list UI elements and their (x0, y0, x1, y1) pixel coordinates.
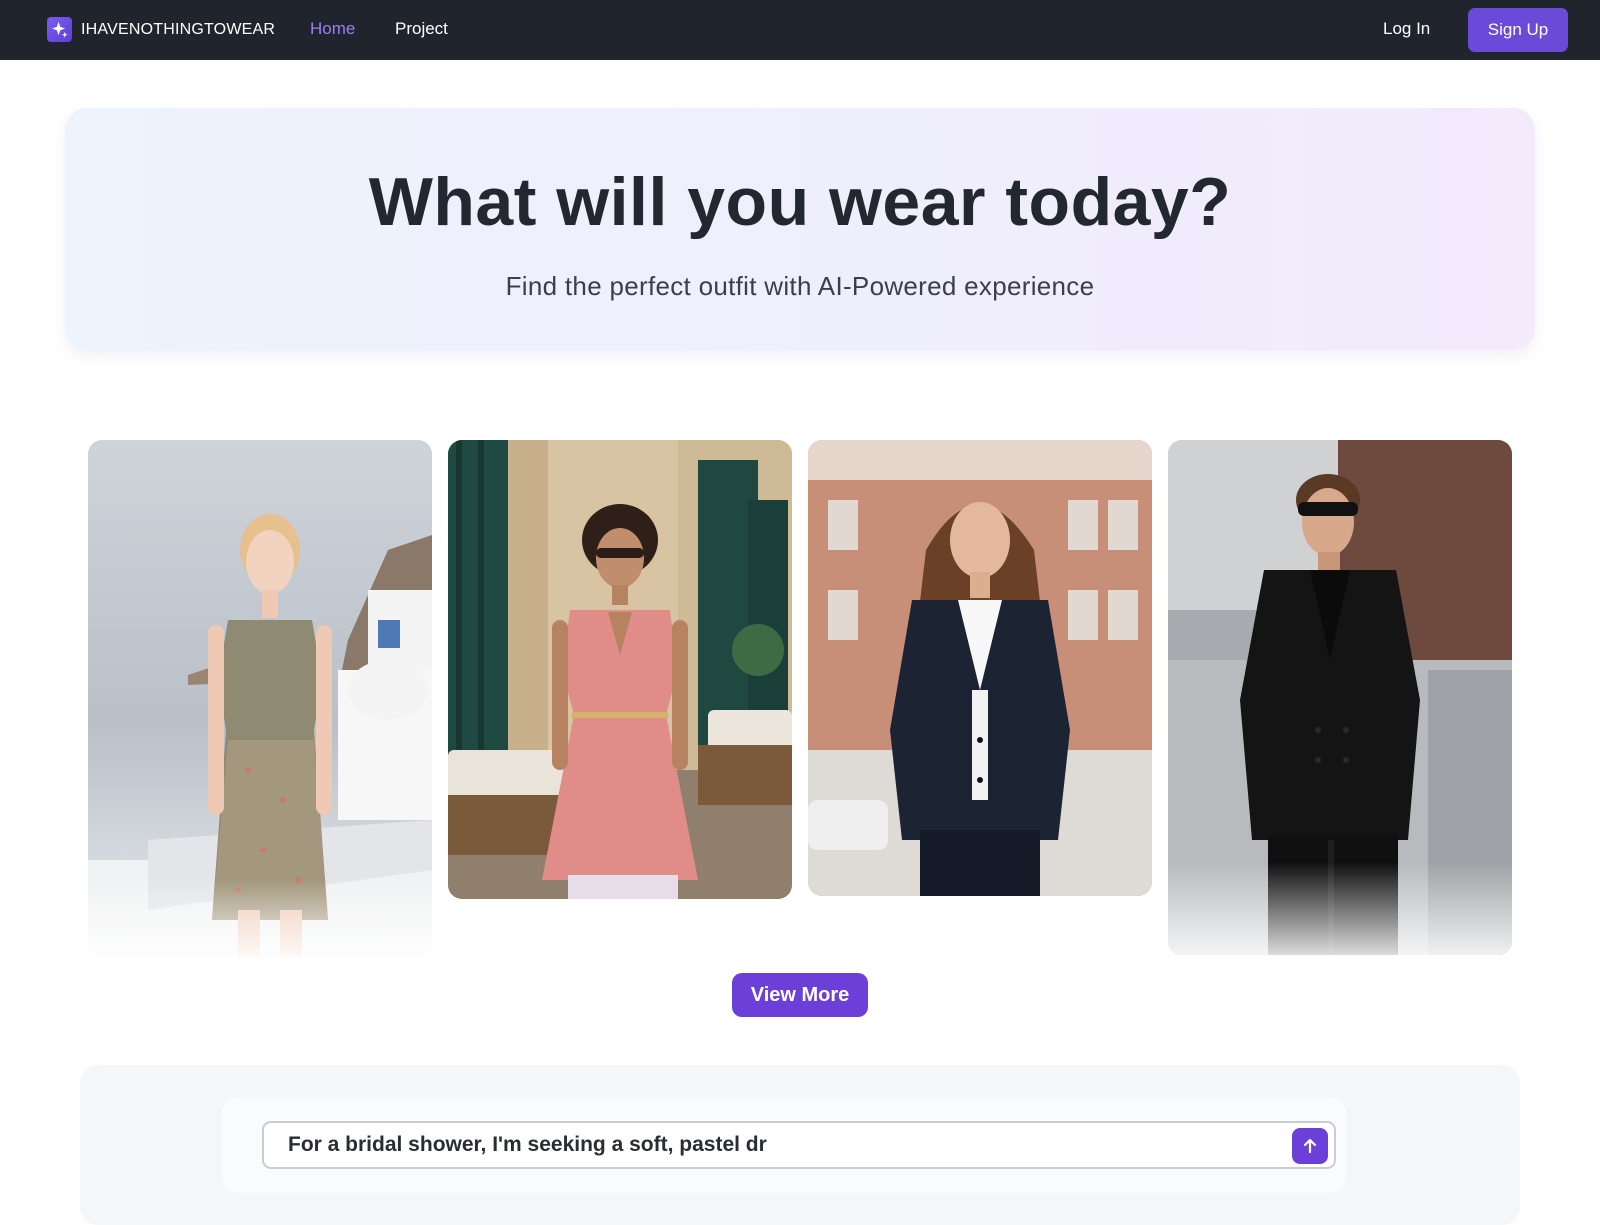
outfit-card-black-suit[interactable] (1168, 440, 1512, 955)
prompt-card: For a bridal shower, I'm seeking a soft,… (222, 1097, 1346, 1193)
view-more-button[interactable]: View More (732, 973, 868, 1017)
top-navbar: IHAVENOTHINGTOWEAR Home Project Log In S… (0, 0, 1600, 60)
send-button[interactable] (1292, 1128, 1328, 1164)
nav-link-project[interactable]: Project (395, 19, 448, 39)
login-link[interactable]: Log In (1383, 19, 1430, 39)
prompt-text: For a bridal shower, I'm seeking a soft,… (288, 1133, 767, 1156)
outfit-image-pink-dress (448, 440, 792, 899)
outfit-card-pink-dress[interactable] (448, 440, 792, 899)
hero-subtitle: Find the perfect outfit with AI-Powered … (505, 271, 1095, 301)
outfit-image-black-suit (1168, 440, 1512, 955)
outfit-image-navy-blazer (808, 440, 1152, 896)
hero-title: What will you wear today? (368, 164, 1232, 240)
outfit-card-navy-blazer[interactable] (808, 440, 1152, 896)
brand-logo[interactable]: IHAVENOTHINGTOWEAR (47, 17, 275, 42)
outfit-prompt-input[interactable]: For a bridal shower, I'm seeking a soft,… (262, 1121, 1336, 1169)
hero-banner: What will you wear today? Find the perfe… (65, 108, 1535, 350)
prompt-section: For a bridal shower, I'm seeking a soft,… (80, 1065, 1520, 1225)
outfit-image-floral-dress (88, 440, 432, 957)
sparkle-icon (47, 17, 72, 42)
signup-button[interactable]: Sign Up (1468, 8, 1568, 52)
outfit-card-floral-dress[interactable] (88, 440, 432, 957)
arrow-up-icon (1303, 1138, 1317, 1154)
nav-link-home[interactable]: Home (310, 19, 355, 39)
brand-name: IHAVENOTHINGTOWEAR (81, 20, 276, 38)
